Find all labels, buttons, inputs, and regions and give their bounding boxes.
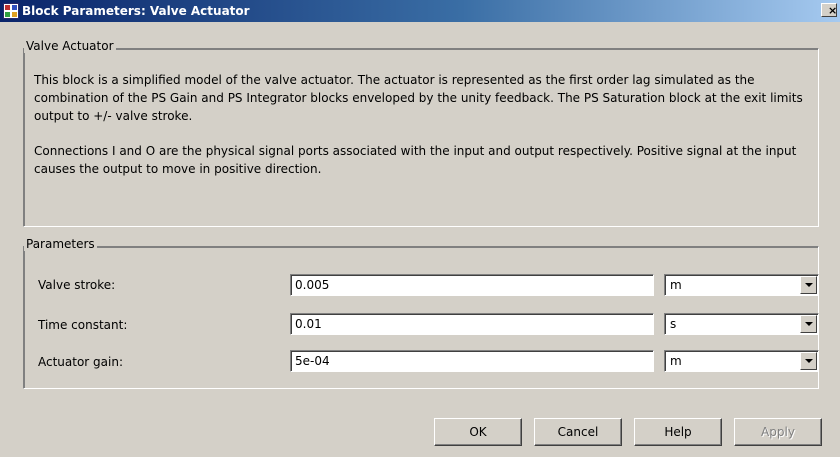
title-bar[interactable]: Block Parameters: Valve Actuator × <box>0 0 840 22</box>
apply-button[interactable]: Apply <box>734 418 822 446</box>
time-constant-input[interactable] <box>290 313 654 335</box>
chevron-down-icon[interactable] <box>800 315 817 333</box>
cancel-button[interactable]: Cancel <box>534 418 622 446</box>
parameters-group-legend: Parameters <box>24 237 97 251</box>
close-button[interactable]: × <box>821 3 837 17</box>
valve-stroke-label: Valve stroke: <box>38 278 116 292</box>
actuator-gain-unit-select[interactable]: m <box>664 350 819 372</box>
chevron-down-icon[interactable] <box>800 352 817 370</box>
window-title: Block Parameters: Valve Actuator <box>22 4 250 18</box>
valve-stroke-unit-select[interactable]: m <box>664 274 819 296</box>
valve-stroke-unit-value: m <box>670 278 682 292</box>
help-button[interactable]: Help <box>634 418 722 446</box>
ok-button[interactable]: OK <box>434 418 522 446</box>
description-paragraph-1: This block is a simplified model of the … <box>34 73 803 123</box>
actuator-gain-unit-value: m <box>670 354 682 368</box>
valve-stroke-input[interactable] <box>290 274 654 296</box>
chevron-down-icon[interactable] <box>800 276 817 294</box>
time-constant-label: Time constant: <box>38 318 128 332</box>
simulink-block-icon <box>3 3 19 19</box>
description-group-legend: Valve Actuator <box>24 39 116 53</box>
actuator-gain-input[interactable] <box>290 350 654 372</box>
description-group: Valve Actuator This block is a simplifie… <box>23 39 819 227</box>
description-paragraph-2: Connections I and O are the physical sig… <box>34 144 797 176</box>
actuator-gain-label: Actuator gain: <box>38 355 124 369</box>
time-constant-unit-select[interactable]: s <box>664 313 819 335</box>
time-constant-unit-value: s <box>670 317 677 331</box>
parameters-group: Parameters Valve stroke: m Time constant… <box>23 237 819 389</box>
